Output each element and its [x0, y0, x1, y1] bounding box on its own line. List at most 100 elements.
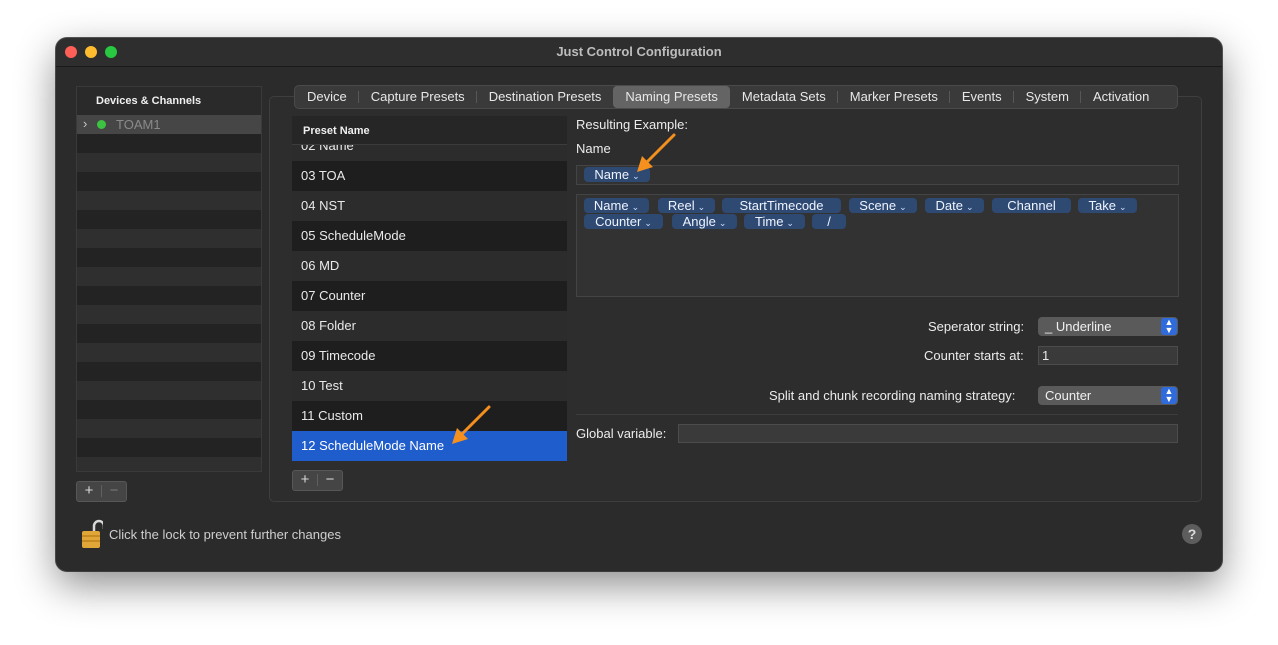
empty-row [77, 343, 261, 362]
add-preset-button[interactable]: + [293, 471, 317, 489]
empty-row [77, 457, 261, 471]
empty-row [77, 381, 261, 400]
tab-metadata-sets[interactable]: Metadata Sets [730, 86, 838, 108]
popup-stepper-icon: ▲ ▼ [1161, 318, 1177, 335]
tab-label: Marker Presets [849, 89, 938, 104]
preset-row-selected[interactable]: 12 ScheduleMode Name [292, 431, 567, 461]
token-channel[interactable]: Channel [992, 198, 1071, 213]
empty-row [77, 324, 261, 343]
token-date[interactable]: Date ⌄ [925, 198, 984, 213]
token-menu-chevron-icon: ⌄ [718, 218, 727, 228]
popup-stepper-icon: ▲ ▼ [1161, 387, 1177, 404]
resulting-example-label: Resulting Example: [576, 117, 688, 132]
empty-row [77, 400, 261, 419]
preset-row[interactable]: 05 ScheduleMode [292, 221, 567, 251]
token-label: Time [755, 214, 784, 229]
remove-preset-button[interactable]: − [318, 471, 342, 489]
tab-label: Events [961, 89, 1002, 104]
empty-row [77, 419, 261, 438]
tab-events[interactable]: Events [950, 86, 1014, 108]
token-label: Counter [595, 214, 642, 229]
preset-name-column-label: Preset Name [303, 125, 370, 137]
preset-list: Preset Name 02 Name 03 TOA 04 NST 05 Sch… [292, 116, 567, 461]
token-label: Reel [667, 198, 695, 213]
tab-label: Device [307, 89, 347, 104]
split-strategy-label: Split and chunk recording naming strateg… [769, 388, 1016, 403]
empty-row [77, 267, 261, 286]
lock-icon[interactable] [81, 518, 103, 550]
token-label: Date [935, 198, 963, 213]
split-strategy-value: Counter [1045, 388, 1092, 403]
status-dot-icon [97, 120, 106, 129]
token-reel[interactable]: Reel ⌄ [658, 198, 715, 213]
preset-list-header[interactable]: Preset Name [292, 116, 567, 145]
token-label: / [827, 214, 831, 229]
token-menu-chevron-icon: ⌄ [965, 202, 974, 212]
empty-row [77, 229, 261, 248]
empty-row [77, 438, 261, 457]
devices-channels-list: Devices & Channels › TOAM1 [76, 86, 262, 472]
annotation-arrow-icon [452, 405, 491, 444]
token-angle[interactable]: Angle ⌄ [672, 214, 737, 229]
preset-row[interactable]: 09 Timecode [292, 341, 567, 371]
tab-label: Metadata Sets [741, 89, 826, 104]
add-device-button[interactable]: + [77, 482, 101, 500]
token-menu-chevron-icon: ⌄ [899, 202, 907, 212]
global-variable-label: Global variable: [576, 426, 667, 441]
preset-row[interactable]: 03 TOA [292, 161, 567, 191]
empty-row [77, 362, 261, 381]
token-counter[interactable]: Counter ⌄ [584, 214, 663, 229]
available-tokens-field: Name ⌄ Reel ⌄ StartTimecode Scene ⌄ Date ⌄ C… [576, 194, 1179, 297]
device-add-remove: + − [76, 481, 127, 502]
tab-capture-presets[interactable]: Capture Presets [359, 86, 477, 108]
remove-device-button[interactable]: − [102, 482, 126, 500]
help-button[interactable]: ? [1182, 524, 1202, 544]
resulting-example-value: Name [576, 141, 611, 156]
preset-row[interactable]: 11 Custom [292, 401, 567, 431]
tab-naming-presets[interactable]: Naming Presets [613, 86, 730, 108]
divider [576, 414, 1178, 415]
separator-string-popup[interactable]: _ Underline ▲ ▼ [1038, 317, 1178, 336]
global-variable-field[interactable] [678, 424, 1178, 443]
counter-starts-label: Counter starts at: [924, 348, 1024, 363]
tab-activation[interactable]: Activation [1081, 86, 1161, 108]
title-bar: Just Control Configuration [56, 38, 1222, 67]
empty-row [77, 248, 261, 267]
separator-value: _ Underline [1045, 319, 1112, 334]
token-name[interactable]: Name ⌄ [584, 198, 649, 213]
tab-system[interactable]: System [1014, 86, 1081, 108]
preset-row[interactable]: 04 NST [292, 191, 567, 221]
token-slash[interactable]: / [812, 214, 846, 229]
preset-row[interactable]: 07 Counter [292, 281, 567, 311]
separator-string-label: Seperator string: [928, 319, 1025, 334]
token-starttimecode[interactable]: StartTimecode [722, 198, 841, 213]
token-time[interactable]: Time ⌄ [744, 214, 805, 229]
preset-row[interactable]: 10 Test [292, 371, 567, 401]
tab-device[interactable]: Device [295, 86, 359, 108]
tab-marker-presets[interactable]: Marker Presets [838, 86, 950, 108]
token-label: Channel [1007, 198, 1056, 213]
counter-starts-field[interactable]: 1 [1038, 346, 1178, 365]
token-label: Name [593, 198, 629, 213]
devices-header: Devices & Channels [77, 87, 261, 115]
empty-row [77, 172, 261, 191]
device-row-toam1[interactable]: › TOAM1 [77, 115, 261, 134]
lock-hint-text: Click the lock to prevent further change… [109, 527, 341, 542]
empty-row [77, 286, 261, 305]
tab-destination-presets[interactable]: Destination Presets [477, 86, 614, 108]
token-label: Angle [682, 214, 716, 229]
token-scene[interactable]: Scene ⌄ [849, 198, 917, 213]
split-strategy-popup[interactable]: Counter ▲ ▼ [1038, 386, 1178, 405]
disclosure-chevron-icon[interactable]: › [83, 116, 87, 131]
tab-label: System [1025, 89, 1069, 104]
tab-label: Capture Presets [370, 89, 465, 104]
devices-header-label: Devices & Channels [96, 95, 202, 107]
annotation-arrow-icon [637, 133, 676, 172]
tab-label: Activation [1092, 89, 1150, 104]
preset-row[interactable]: 06 MD [292, 251, 567, 281]
token-menu-chevron-icon: ⌄ [644, 218, 652, 228]
preset-row[interactable]: 08 Folder [292, 311, 567, 341]
empty-row [77, 134, 261, 153]
token-label: Scene [859, 198, 897, 213]
token-take[interactable]: Take ⌄ [1078, 198, 1137, 213]
